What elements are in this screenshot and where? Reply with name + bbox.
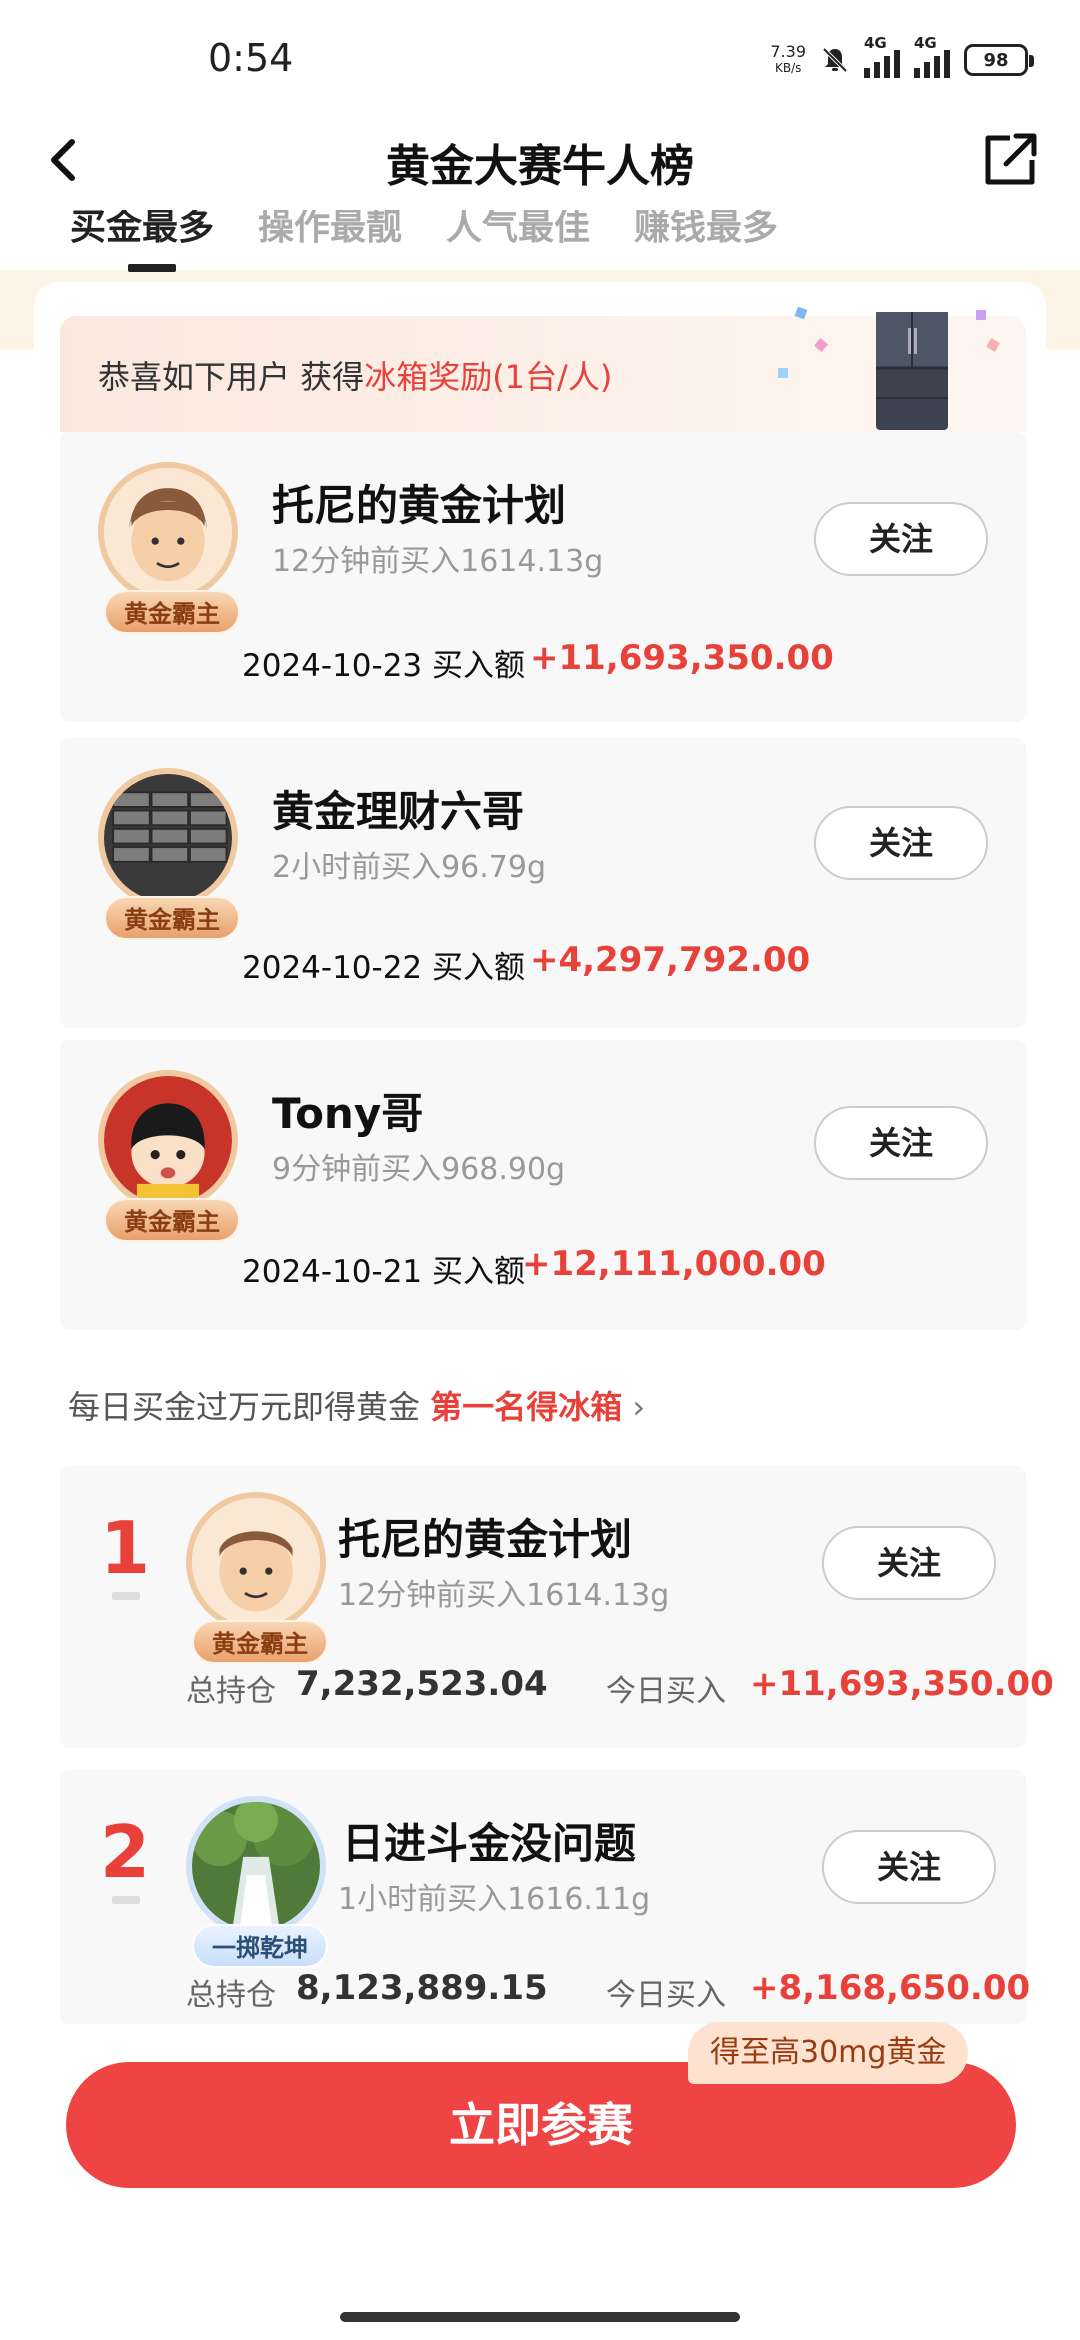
rank-badge: 黄金霸主 [104, 896, 240, 940]
purchase-info: 2小时前买入96.79g [272, 850, 547, 885]
battery-level: 98 [983, 49, 1009, 71]
rank-change-indicator [112, 1592, 140, 1600]
network-type: 4G [864, 34, 887, 52]
total-holding-label: 总持仓 [186, 1978, 276, 2013]
avatar-image [186, 1796, 326, 1936]
confetti-decoration [976, 310, 986, 320]
username[interactable]: 黄金理财六哥 [272, 778, 524, 839]
status-time: 0:54 [208, 36, 294, 80]
username[interactable]: 托尼的黄金计划 [272, 472, 566, 533]
purchase-info: 12分钟前买入1614.13g [338, 1578, 670, 1613]
total-holding-value: 8,123,889.15 [296, 1968, 548, 2008]
net-speed: 7.39 KB/s [770, 44, 806, 76]
confetti-decoration [794, 306, 808, 320]
avatar[interactable]: 黄金霸主 [98, 1070, 246, 1242]
battery-icon: 98 [964, 44, 1034, 76]
follow-button[interactable]: 关注 [814, 1106, 988, 1180]
winner-amount: +4,297,792.00 [530, 940, 811, 980]
today-buy-value: +8,168,650.00 [750, 1968, 1031, 2008]
tab-underline [128, 264, 176, 272]
winner-card: 黄金霸主 黄金理财六哥 2小时前买入96.79g 关注 2024-10-22 买… [60, 738, 1026, 1028]
avatar-image [98, 768, 238, 908]
winner-date: 2024-10-21 买入额 [242, 1254, 526, 1290]
chevron-right-icon: › [632, 1388, 646, 1426]
rank-badge: 一掷乾坤 [192, 1924, 328, 1968]
username[interactable]: 托尼的黄金计划 [338, 1506, 632, 1567]
avatar-image [186, 1492, 326, 1632]
home-indicator[interactable] [340, 2312, 740, 2322]
follow-button[interactable]: 关注 [822, 1830, 996, 1904]
follow-button[interactable]: 关注 [814, 806, 988, 880]
winner-amount: +11,693,350.00 [530, 638, 834, 678]
cartoon-kid-icon [104, 1076, 232, 1204]
reward-prefix: 恭喜如下用户 获得 [98, 358, 365, 396]
rank-badge: 黄金霸主 [192, 1620, 328, 1664]
daily-tip-highlight: 第一名得冰箱 [430, 1388, 623, 1426]
avatar[interactable]: 黄金霸主 [98, 462, 246, 634]
confetti-decoration [986, 338, 1000, 352]
winner-date: 2024-10-22 买入额 [242, 950, 526, 986]
status-bar: 0:54 7.39 KB/s 4G 4G 98 [0, 0, 1080, 110]
today-buy-value: +11,693,350.00 [750, 1664, 1054, 1704]
username[interactable]: 日进斗金没问题 [342, 1810, 636, 1871]
reward-text: 恭喜如下用户 获得冰箱奖励(1台/人) [98, 352, 612, 398]
rank-number: 2 [100, 1810, 151, 1894]
winner-date: 2024-10-23 买入额 [242, 648, 526, 684]
avatar[interactable]: 一掷乾坤 [186, 1796, 334, 1968]
status-icons: 7.39 KB/s 4G 4G 98 [770, 34, 1034, 80]
gold-bars-photo-icon [104, 774, 232, 902]
winner-amount: +12,111,000.00 [522, 1244, 826, 1284]
rank-number: 1 [100, 1506, 151, 1590]
mute-bell-icon [822, 47, 848, 73]
nav-bar: 黄金大赛牛人榜 [0, 110, 1080, 210]
ranking-row: 2 一掷乾坤 日进斗金没问题 1小时前买入1616.11g 关注 总持仓 8,1… [60, 1770, 1030, 2024]
daily-tip-link[interactable]: 每日买金过万元即得黄金 第一名得冰箱 › [68, 1382, 645, 1428]
ranking-row: 1 黄金霸主 托尼的黄金计划 12分钟前买入1614.13g 关注 总持仓 7,… [60, 1466, 1054, 1748]
username[interactable]: Tony哥 [272, 1080, 423, 1141]
rank-badge: 黄金霸主 [104, 1198, 240, 1242]
today-buy-label: 今日买入 [606, 1674, 726, 1709]
page-title: 黄金大赛牛人榜 [386, 141, 694, 192]
avatar-image [98, 1070, 238, 1210]
avatar[interactable]: 黄金霸主 [98, 768, 246, 940]
purchase-info: 1小时前买入1616.11g [338, 1882, 651, 1917]
promo-tag: 得至高30mg黄金 [688, 2022, 969, 2084]
fridge-icon [876, 312, 948, 430]
cartoon-face-icon [104, 468, 232, 596]
confetti-decoration [778, 368, 788, 378]
avatar-image [98, 462, 238, 602]
daily-tip-text: 每日买金过万元即得黄金 [68, 1388, 421, 1426]
rank-badge: 黄金霸主 [104, 590, 240, 634]
reward-highlight: 冰箱奖励(1台/人) [364, 358, 613, 396]
follow-button[interactable]: 关注 [814, 502, 988, 576]
signal-icon: 4G [864, 34, 900, 78]
winner-card: 黄金霸主 Tony哥 9分钟前买入968.90g 关注 2024-10-21 买… [60, 1040, 1026, 1330]
signal-icon: 4G [914, 34, 950, 78]
today-buy-label: 今日买入 [606, 1978, 726, 2013]
confetti-decoration [813, 337, 829, 353]
purchase-info: 12分钟前买入1614.13g [272, 544, 604, 579]
avatar[interactable]: 黄金霸主 [186, 1492, 334, 1664]
rank-change-indicator [112, 1896, 140, 1904]
net-speed-unit: KB/s [774, 61, 802, 75]
follow-button[interactable]: 关注 [822, 1526, 996, 1600]
purchase-info: 9分钟前买入968.90g [272, 1152, 566, 1187]
winner-card: 黄金霸主 托尼的黄金计划 12分钟前买入1614.13g 关注 2024-10-… [60, 432, 1026, 722]
total-holding-value: 7,232,523.04 [296, 1664, 548, 1704]
net-speed-value: 7.39 [770, 42, 806, 61]
total-holding-label: 总持仓 [186, 1674, 276, 1709]
share-icon[interactable] [980, 128, 1040, 192]
reward-banner: 恭喜如下用户 获得冰箱奖励(1台/人) [60, 306, 1026, 432]
cartoon-face-icon [192, 1498, 320, 1626]
network-type: 4G [914, 34, 937, 52]
forest-waterfall-photo-icon [192, 1802, 320, 1930]
